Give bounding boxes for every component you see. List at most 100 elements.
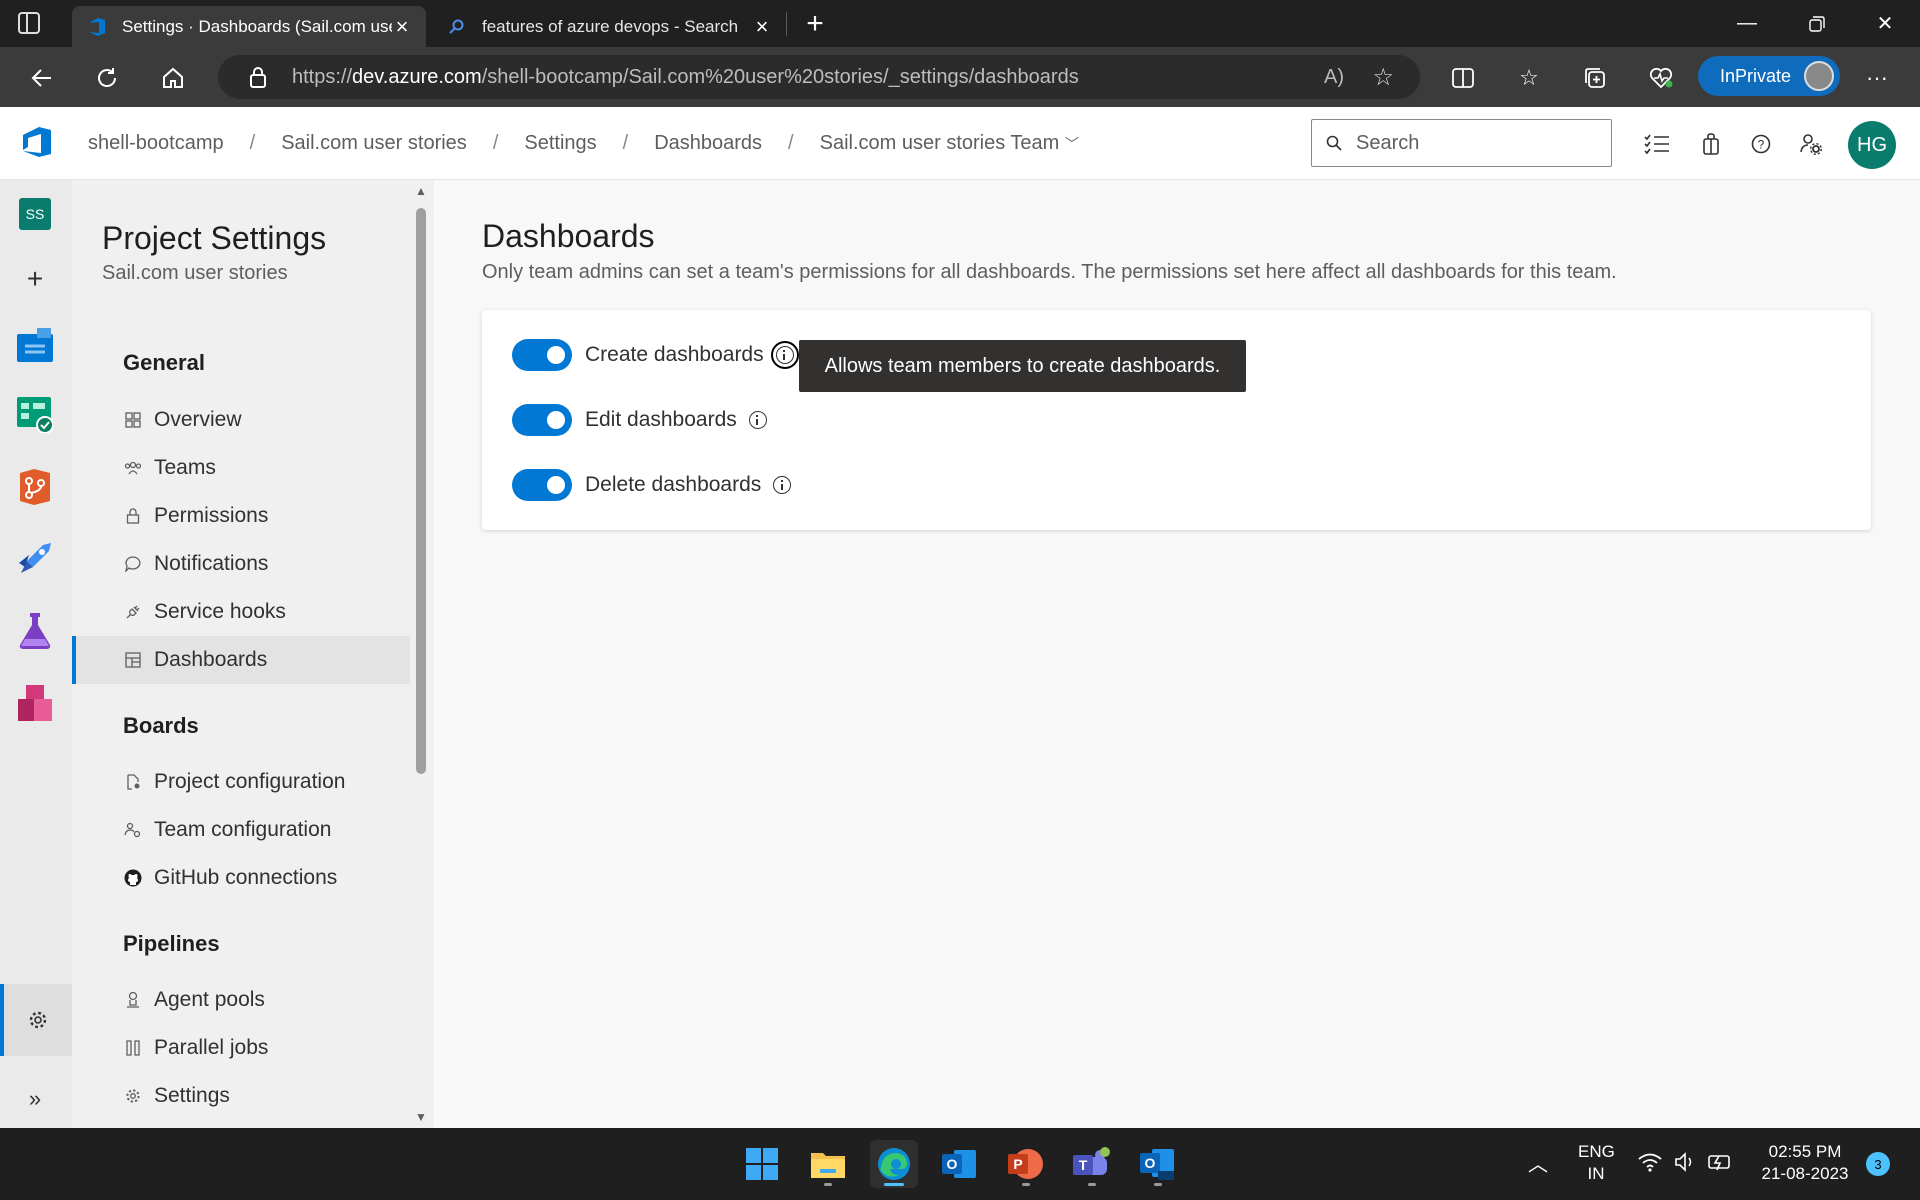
favorites-icon[interactable]: ☆	[1512, 61, 1546, 95]
lock-icon[interactable]	[240, 66, 276, 88]
collections-icon[interactable]	[1578, 61, 1612, 95]
agent-icon	[123, 990, 143, 1010]
nav-permissions[interactable]: Permissions	[72, 492, 410, 540]
marketplace-bag-icon[interactable]	[1694, 127, 1728, 161]
battery-charging-icon[interactable]	[1708, 1152, 1734, 1177]
refresh-icon[interactable]	[90, 61, 124, 95]
clock[interactable]: 02:55 PM 21-08-2023	[1752, 1141, 1858, 1185]
browser-tab-settings[interactable]: Settings · Dashboards (Sail.com user sto…	[72, 6, 426, 47]
nav-team-configuration[interactable]: Team configuration	[72, 806, 410, 854]
volume-icon[interactable]	[1674, 1152, 1696, 1177]
info-icon[interactable]	[773, 476, 792, 494]
svg-text:O: O	[947, 1156, 958, 1172]
overview-grid-icon	[123, 410, 143, 430]
breadcrumb-org[interactable]: shell-bootcamp	[88, 132, 224, 155]
inprivate-button[interactable]: InPrivate	[1698, 56, 1840, 96]
nav-parallel-jobs[interactable]: Parallel jobs	[72, 1024, 410, 1072]
running-indicator	[1088, 1183, 1096, 1186]
group-pipelines: Pipelines	[123, 931, 220, 956]
boards-icon[interactable]	[16, 396, 54, 434]
favorite-star-icon[interactable]: ☆	[1372, 63, 1394, 92]
sidenav-title: Project Settings	[102, 220, 327, 256]
new-tab-icon[interactable]: +	[798, 6, 832, 42]
nav-agent-pools[interactable]: Agent pools	[72, 976, 410, 1024]
notification-count-badge[interactable]: 3	[1866, 1152, 1890, 1176]
more-options-icon[interactable]: ···	[1860, 61, 1894, 95]
split-screen-icon[interactable]	[1446, 61, 1480, 95]
file-explorer-icon[interactable]	[804, 1140, 852, 1188]
project-avatar[interactable]: SS	[19, 198, 51, 230]
project-settings-gear-icon[interactable]	[0, 984, 72, 1056]
new-project-plus-icon[interactable]: +	[16, 260, 54, 298]
work-items-list-icon[interactable]	[1640, 127, 1674, 161]
close-tab-icon[interactable]: ×	[392, 14, 412, 40]
home-icon[interactable]	[156, 61, 190, 95]
restore-icon[interactable]	[1782, 0, 1852, 47]
expand-rail-icon[interactable]: »	[16, 1080, 54, 1118]
search-input[interactable]: Search	[1356, 132, 1419, 155]
pipelines-icon[interactable]	[16, 540, 54, 578]
nav-label: Notifications	[154, 552, 269, 575]
tab-actions-icon[interactable]	[18, 12, 40, 34]
nav-label: GitHub connections	[154, 866, 338, 889]
user-avatar[interactable]: HG	[1848, 121, 1896, 169]
overview-icon[interactable]	[16, 326, 54, 364]
nav-project-configuration[interactable]: Project configuration	[72, 758, 410, 806]
running-indicator	[824, 1183, 832, 1186]
lock-icon	[123, 506, 143, 526]
browser-tab-strip: Settings · Dashboards (Sail.com user sto…	[0, 0, 1920, 47]
azure-devops-logo-icon[interactable]	[20, 125, 54, 159]
breadcrumb-dashboards[interactable]: Dashboards	[654, 132, 762, 155]
outlook-preview-icon[interactable]: O	[1134, 1140, 1182, 1188]
svg-text:?: ?	[1758, 138, 1765, 152]
nav-notifications[interactable]: Notifications	[72, 540, 410, 588]
wifi-icon[interactable]	[1638, 1152, 1662, 1177]
sidenav-scroll-thumb[interactable]	[416, 208, 426, 774]
user-settings-icon[interactable]	[1794, 127, 1828, 161]
nav-service-hooks[interactable]: Service hooks	[72, 588, 410, 636]
create-dashboards-toggle[interactable]	[512, 339, 572, 371]
edge-browser-icon[interactable]	[870, 1140, 918, 1188]
language-code: ENG	[1578, 1142, 1615, 1161]
read-aloud-icon[interactable]: A)	[1324, 66, 1344, 89]
edit-dashboards-toggle[interactable]	[512, 404, 572, 436]
outlook-icon[interactable]: O	[936, 1140, 984, 1188]
powerpoint-icon[interactable]: P	[1002, 1140, 1050, 1188]
scroll-up-icon[interactable]: ▲	[414, 184, 428, 198]
nav-github-connections[interactable]: GitHub connections	[72, 854, 410, 902]
group-general: General	[123, 350, 205, 375]
info-icon[interactable]	[748, 411, 767, 429]
breadcrumb-separator: /	[788, 132, 794, 154]
nav-pipeline-settings[interactable]: Settings	[72, 1072, 410, 1120]
tooltip: Allows team members to create dashboards…	[799, 340, 1246, 392]
repos-icon[interactable]	[16, 468, 54, 506]
close-tab-icon[interactable]: ×	[752, 14, 772, 40]
help-icon[interactable]: ?	[1744, 127, 1778, 161]
browser-tab-search[interactable]: features of azure devops - Search ×	[432, 6, 786, 47]
nav-label: Dashboards	[154, 648, 268, 671]
browser-essentials-icon[interactable]	[1644, 61, 1678, 95]
region-code: IN	[1587, 1164, 1605, 1183]
scroll-down-icon[interactable]: ▼	[414, 1110, 428, 1124]
nav-teams[interactable]: Teams	[72, 444, 410, 492]
show-hidden-icons-chevron-icon[interactable]: ︿	[1528, 1148, 1548, 1177]
search-icon	[1312, 135, 1356, 151]
teams-icon[interactable]: T	[1068, 1140, 1116, 1188]
tab-title: features of azure devops - Search	[482, 16, 739, 36]
address-bar[interactable]: https://dev.azure.com/shell-bootcamp/Sai…	[218, 55, 1420, 99]
language-indicator[interactable]: ENG IN	[1578, 1141, 1615, 1185]
info-icon[interactable]	[770, 341, 799, 369]
artifacts-icon[interactable]	[16, 684, 54, 722]
breadcrumb-team-selector[interactable]: Sail.com user stories Team ﹀	[820, 132, 1079, 155]
breadcrumb-project[interactable]: Sail.com user stories	[281, 132, 467, 155]
nav-overview[interactable]: Overview	[72, 396, 410, 444]
windows-start-icon[interactable]	[738, 1140, 786, 1188]
back-icon[interactable]	[25, 61, 59, 95]
close-window-icon[interactable]: ✕	[1850, 0, 1920, 47]
minimize-icon[interactable]: —	[1712, 0, 1782, 47]
search-box[interactable]: Search	[1311, 119, 1612, 167]
nav-dashboards[interactable]: Dashboards	[72, 636, 410, 684]
breadcrumb-settings[interactable]: Settings	[524, 132, 596, 155]
delete-dashboards-toggle[interactable]	[512, 469, 572, 501]
test-plans-icon[interactable]	[16, 612, 54, 650]
